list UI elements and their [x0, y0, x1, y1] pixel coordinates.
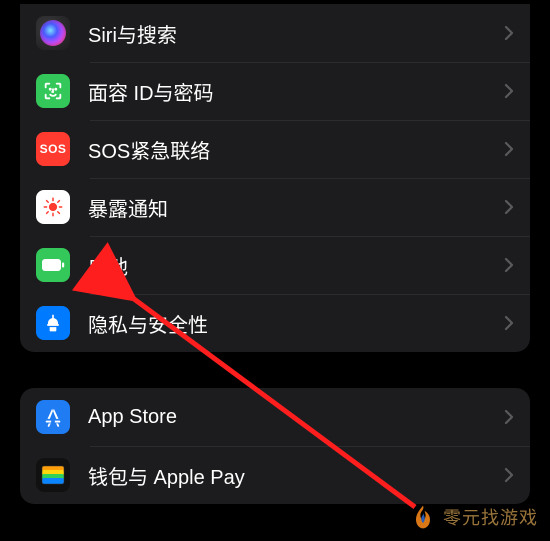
exposure-icon — [36, 190, 70, 224]
watermark-logo — [409, 503, 437, 531]
row-label: 面容 ID与密码 — [88, 77, 504, 106]
chevron-right-icon — [504, 25, 514, 41]
settings-group-1: Siri与搜索 面容 ID与密码 SOS SOS紧急联络 — [20, 4, 530, 352]
row-siri[interactable]: Siri与搜索 — [20, 4, 530, 62]
faceid-icon — [36, 74, 70, 108]
row-label: 暴露通知 — [88, 193, 504, 222]
chevron-right-icon — [504, 141, 514, 157]
wallet-icon — [36, 458, 70, 492]
row-label: SOS紧急联络 — [88, 135, 504, 164]
chevron-right-icon — [504, 257, 514, 273]
row-appstore[interactable]: App Store — [20, 388, 530, 446]
chevron-right-icon — [504, 315, 514, 331]
row-privacy[interactable]: 隐私与安全性 — [20, 294, 530, 352]
chevron-right-icon — [504, 199, 514, 215]
chevron-right-icon — [504, 467, 514, 483]
appstore-icon — [36, 400, 70, 434]
siri-icon — [36, 16, 70, 50]
sos-icon: SOS — [36, 132, 70, 166]
row-battery[interactable]: 电池 — [20, 236, 530, 294]
privacy-icon — [36, 306, 70, 340]
row-label: 隐私与安全性 — [88, 309, 504, 338]
watermark-text: 零元找游戏 — [443, 504, 538, 530]
settings-group-2: App Store 钱包与 Apple Pay — [20, 388, 530, 504]
battery-icon — [36, 248, 70, 282]
row-label: App Store — [88, 406, 504, 429]
row-label: 钱包与 Apple Pay — [88, 461, 504, 490]
row-label: 电池 — [88, 251, 504, 280]
watermark: 零元找游戏 — [409, 503, 538, 531]
row-exposure[interactable]: 暴露通知 — [20, 178, 530, 236]
sos-text: SOS — [40, 142, 67, 156]
chevron-right-icon — [504, 83, 514, 99]
row-faceid[interactable]: 面容 ID与密码 — [20, 62, 530, 120]
row-wallet[interactable]: 钱包与 Apple Pay — [20, 446, 530, 504]
row-label: Siri与搜索 — [88, 19, 504, 48]
chevron-right-icon — [504, 409, 514, 425]
row-sos[interactable]: SOS SOS紧急联络 — [20, 120, 530, 178]
